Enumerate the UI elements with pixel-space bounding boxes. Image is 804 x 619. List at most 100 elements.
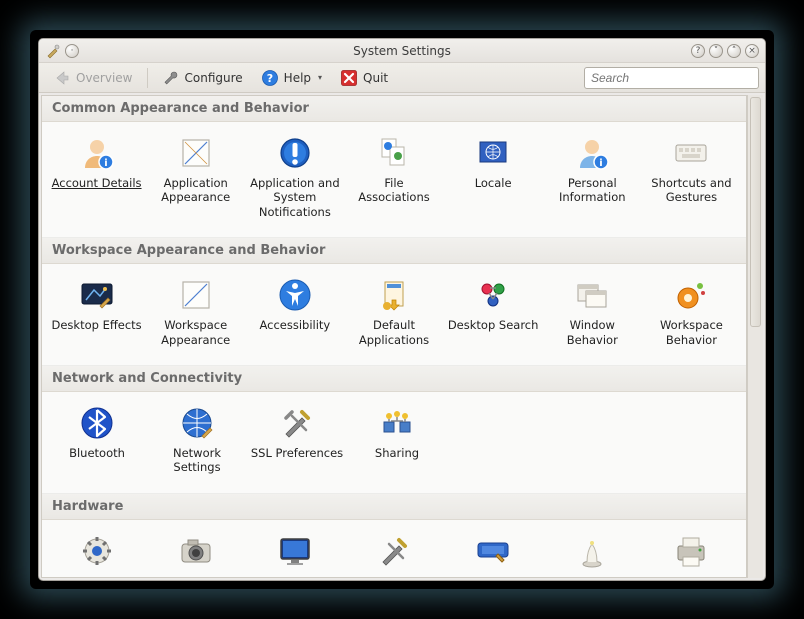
settings-item[interactable]: Window Behavior <box>544 272 641 351</box>
quit-button[interactable]: Quit <box>332 66 396 90</box>
category-header: Workspace Appearance and Behavior <box>42 238 746 264</box>
settings-item-label: Bluetooth <box>69 446 125 460</box>
appearance-icon <box>177 134 215 172</box>
settings-item[interactable]: Accessibility <box>246 272 343 351</box>
settings-item-label: Shortcuts and Gestures <box>645 176 738 205</box>
workspace-behavior-icon <box>672 276 710 314</box>
settings-item[interactable]: Personal Information <box>544 130 641 223</box>
settings-item-label: Workspace Behavior <box>645 318 738 347</box>
category-header: Common Appearance and Behavior <box>42 96 746 122</box>
overview-label: Overview <box>76 71 133 85</box>
icon-grid: Desktop Effects Workspace AppearanceAcces… <box>42 264 746 365</box>
help-window-button[interactable]: ? <box>691 44 705 58</box>
scroll-thumb[interactable] <box>750 97 761 327</box>
scrollbar[interactable] <box>747 95 763 578</box>
desktop-search-icon <box>474 276 512 314</box>
personal-icon <box>573 134 611 172</box>
locale-icon <box>474 134 512 172</box>
workspace-appearance-icon <box>177 276 215 314</box>
camera-icon <box>177 532 215 570</box>
settings-item[interactable]: Workspace Behavior <box>643 272 740 351</box>
maximize-button[interactable]: ˄ <box>727 44 741 58</box>
settings-item[interactable]: Input Devices <box>445 528 542 578</box>
settings-content: Common Appearance and BehaviorAccount De… <box>41 95 747 578</box>
settings-item-label: Desktop Effects <box>51 318 141 332</box>
desktop-effects-icon <box>78 276 116 314</box>
settings-item[interactable]: Printers <box>643 528 740 578</box>
keyboard-icon <box>672 134 710 172</box>
settings-item-label: Network Settings <box>150 446 244 475</box>
category: Network and Connectivity Bluetooth Network… <box>42 366 746 494</box>
app-icon <box>45 43 61 59</box>
settings-item[interactable]: Default Applications <box>345 272 442 351</box>
display-icon <box>276 532 314 570</box>
category-header: Network and Connectivity <box>42 366 746 392</box>
icon-grid: Bluetooth Network Settings SSL Preferences… <box>42 392 746 493</box>
bluetooth-icon <box>78 404 116 442</box>
settings-item[interactable]: Digital Camera <box>147 528 244 578</box>
category: Common Appearance and BehaviorAccount De… <box>42 96 746 238</box>
ssl-icon <box>278 404 316 442</box>
power-icon <box>573 532 611 570</box>
file-assoc-icon <box>375 134 413 172</box>
overview-button[interactable]: Overview <box>45 66 141 90</box>
settings-item[interactable]: Display and Monitor <box>246 528 343 578</box>
configure-button[interactable]: Configure <box>154 66 251 90</box>
wrench-icon <box>162 69 180 87</box>
help-icon: ? <box>261 69 279 87</box>
chevron-down-icon: ▾ <box>318 73 322 82</box>
settings-item[interactable]: Workspace Appearance <box>147 272 244 351</box>
settings-item[interactable]: File Associations <box>345 130 442 223</box>
settings-item[interactable]: Information Sources <box>345 528 442 578</box>
settings-item[interactable]: Locale <box>445 130 542 223</box>
quit-label: Quit <box>363 71 388 85</box>
configure-label: Configure <box>185 71 243 85</box>
icon-grid: Account Details Application AppearanceApp… <box>42 122 746 237</box>
settings-item[interactable]: Desktop Effects <box>48 272 145 351</box>
settings-item-label: Window Behavior <box>546 318 639 347</box>
input-icon <box>474 532 512 570</box>
category: Hardware Device ActionsDigital CameraDisp… <box>42 494 746 578</box>
settings-item-label: SSL Preferences <box>251 446 343 460</box>
back-arrow-icon <box>53 69 71 87</box>
close-button[interactable]: × <box>745 44 759 58</box>
window-title: System Settings <box>39 44 765 58</box>
settings-item-label: File Associations <box>347 176 440 205</box>
accessibility-icon <box>276 276 314 314</box>
category: Workspace Appearance and BehaviorDesktop… <box>42 238 746 366</box>
device-icon <box>78 532 116 570</box>
user-info-icon <box>78 134 116 172</box>
settings-item[interactable]: Account Details <box>48 130 145 223</box>
settings-item[interactable]: Sharing <box>348 400 446 479</box>
settings-item[interactable]: Bluetooth <box>48 400 146 479</box>
settings-item-label: Account Details <box>52 176 142 190</box>
settings-item-label: Workspace Appearance <box>149 318 242 347</box>
settings-item[interactable]: Application Appearance <box>147 130 244 223</box>
settings-item[interactable]: Shortcuts and Gestures <box>643 130 740 223</box>
settings-item[interactable]: Application and System Notifications <box>246 130 343 223</box>
settings-item[interactable]: SSL Preferences <box>248 400 346 479</box>
settings-item-label: Sharing <box>375 446 419 460</box>
titlebar: ⋅ System Settings ? ˅ ˄ × <box>39 39 765 63</box>
settings-item[interactable]: Network Settings <box>148 400 246 479</box>
settings-item-label: Application and System Notifications <box>248 176 341 219</box>
default-apps-icon <box>375 276 413 314</box>
toolbar-separator <box>147 68 148 88</box>
settings-item[interactable]: Desktop Search <box>445 272 542 351</box>
settings-item[interactable]: Device Actions <box>48 528 145 578</box>
help-button[interactable]: ? Help ▾ <box>253 66 330 90</box>
settings-item[interactable]: Power Management <box>544 528 641 578</box>
search-input[interactable] <box>584 67 759 89</box>
window-behavior-icon <box>573 276 611 314</box>
settings-item-label: Desktop Search <box>448 318 539 332</box>
settings-item-label: Application Appearance <box>149 176 242 205</box>
system-settings-window: ⋅ System Settings ? ˅ ˄ × Overview Confi… <box>38 38 766 581</box>
category-header: Hardware <box>42 494 746 520</box>
toolbar: Overview Configure ? Help ▾ Quit <box>39 63 765 93</box>
notification-icon <box>276 134 314 172</box>
sharing-icon <box>378 404 416 442</box>
minimize-button[interactable]: ˅ <box>709 44 723 58</box>
window-menu-button[interactable]: ⋅ <box>65 44 79 58</box>
help-label: Help <box>284 71 311 85</box>
settings-item-label: Locale <box>475 176 512 190</box>
